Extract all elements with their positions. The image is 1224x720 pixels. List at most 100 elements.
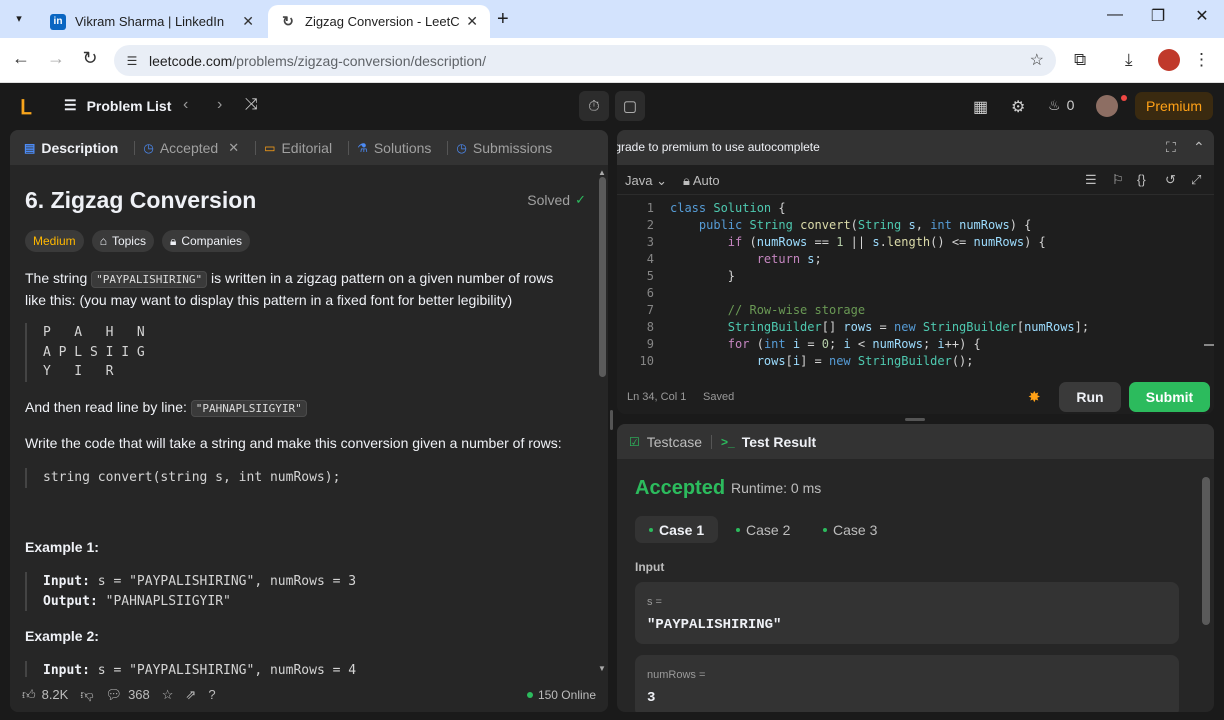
help-button[interactable]: ? <box>208 687 215 702</box>
browser-tab-linkedin[interactable]: in Vikram Sharma | LinkedIn ✕ <box>38 5 266 38</box>
address-toolbar: ← → ↻ ☰ leetcode.com/problems/zigzag-con… <box>0 38 1224 83</box>
autocomplete-toggle[interactable]: 🔒︎ Auto <box>683 173 720 189</box>
tab-solutions[interactable]: ⚗ Solutions <box>355 140 441 156</box>
code-line[interactable]: 1 class Solution { <box>617 200 1214 217</box>
like-button[interactable]: 👍︎ 8.2K <box>22 687 68 703</box>
streak-count: 0 <box>1066 97 1075 113</box>
leetcode-logo-icon[interactable]: ᒪ <box>20 95 31 120</box>
code-line[interactable]: 4 return s; <box>617 251 1214 268</box>
collapse-chevron-icon[interactable]: ⌃ <box>1193 139 1205 156</box>
input-value: s = "PAYPALISHIRING", numRows = 3 <box>89 574 357 589</box>
fullscreen-icon[interactable]: ⛶ <box>1166 139 1176 156</box>
runtime-label: Runtime: 0 ms <box>731 480 822 496</box>
scroll-position-marker <box>1204 344 1214 346</box>
tab-search-chevron-icon[interactable]: ▾ <box>8 7 30 29</box>
line-number: 9 <box>646 337 654 351</box>
tab-test-result[interactable]: >_ Test Result <box>721 434 816 450</box>
minimize-icon[interactable]: — <box>1100 6 1130 24</box>
debug-icon[interactable]: ✸ <box>1028 388 1041 406</box>
close-tab-icon[interactable]: ✕ <box>242 13 254 30</box>
submit-button[interactable]: Submit <box>1129 382 1210 412</box>
input-label: Input: <box>43 574 90 589</box>
extensions-puzzle-icon[interactable]: ⧉ <box>1074 50 1086 70</box>
signature-code-block: string convert(string s, int numRows); <box>25 468 575 488</box>
tab-editorial[interactable]: ▭ Editorial <box>262 140 342 156</box>
result-scrollbar[interactable] <box>1199 459 1214 712</box>
case-1-tab[interactable]: Case 1 <box>635 516 719 543</box>
chrome-menu-icon[interactable]: ⋮ <box>1193 50 1210 70</box>
streak-counter[interactable]: ♨ 0 <box>1048 97 1074 114</box>
tab-description[interactable]: ▤ Description <box>22 140 128 156</box>
new-tab-plus-icon[interactable]: + <box>497 8 509 31</box>
premium-button[interactable]: Premium <box>1135 92 1213 120</box>
dislike-button[interactable]: 👎︎ <box>80 687 93 703</box>
close-tab-icon[interactable]: ✕ <box>228 140 239 156</box>
scroll-up-icon[interactable]: ▲ <box>598 168 606 177</box>
description-paragraph-3: Write the code that will take a string a… <box>25 435 562 451</box>
code-line[interactable]: 7 // Row-wise storage <box>617 302 1214 319</box>
browser-profile-avatar[interactable] <box>1158 49 1180 71</box>
url-text[interactable]: leetcode.com/problems/zigzag-conversion/… <box>149 53 486 69</box>
bookmark-icon[interactable]: ⚐ <box>1112 172 1124 188</box>
case-3-tab[interactable]: Case 3 <box>809 516 891 543</box>
code-line[interactable]: 6 <box>617 285 1214 302</box>
code-line[interactable]: 2 public String convert(String s, int nu… <box>617 217 1214 234</box>
window-close-icon[interactable]: ✕ <box>1187 6 1217 26</box>
maximize-icon[interactable]: ❐ <box>1143 6 1173 26</box>
list-icon: ☰ <box>64 97 77 113</box>
scroll-down-icon[interactable]: ▼ <box>598 664 606 673</box>
browser-tab-leetcode[interactable]: ↻ Zigzag Conversion - LeetCode ✕ <box>268 5 490 38</box>
run-button[interactable]: Run <box>1059 382 1121 412</box>
bookmark-star-icon[interactable]: ☆ <box>1030 50 1044 70</box>
var-name: numRows = <box>647 669 706 681</box>
notes-icon[interactable]: ▢ <box>615 91 645 121</box>
description-paragraph-1: The string "PAYPALISHIRING" is written i… <box>25 268 575 310</box>
code-line[interactable]: 10 rows[i] = new StringBuilder(); <box>617 353 1214 370</box>
scrollbar-thumb[interactable] <box>1202 477 1210 625</box>
url-bar[interactable]: ☰ leetcode.com/problems/zigzag-conversio… <box>114 45 1056 76</box>
shuffle-icon[interactable]: ⤨ <box>245 96 258 114</box>
code-line[interactable]: 8 StringBuilder[] rows = new StringBuild… <box>617 319 1214 336</box>
description-scrollbar[interactable]: ▲ ▼ <box>596 165 608 677</box>
braces-icon[interactable]: {} <box>1137 172 1146 187</box>
scrollbar-thumb[interactable] <box>599 177 606 377</box>
close-tab-icon[interactable]: ✕ <box>466 13 478 30</box>
companies-chip[interactable]: 🔒︎ Companies <box>161 230 251 252</box>
expand-icon[interactable]: ⤢ <box>1191 172 1201 188</box>
code-line[interactable]: 3 if (numRows == 1 || s.length() <= numR… <box>617 234 1214 251</box>
inline-code: "PAYPALISHIRING" <box>91 271 208 288</box>
site-info-icon[interactable]: ☰ <box>121 50 143 72</box>
code-editor[interactable]: 1 class Solution { 2 public String conver… <box>617 196 1214 372</box>
next-problem-icon[interactable]: › <box>217 96 222 114</box>
back-arrow-icon[interactable]: ← <box>8 48 34 69</box>
zigzag-pattern-block: P A H N A P L S I I G Y I R <box>25 323 575 382</box>
reset-icon[interactable]: ↺ <box>1165 172 1176 188</box>
topics-chip[interactable]: ⌂ Topics <box>91 230 154 252</box>
panel-resize-handle[interactable] <box>610 410 613 430</box>
language-select[interactable]: Java ⌄ <box>625 173 667 189</box>
reload-icon[interactable]: ↻ <box>77 48 103 69</box>
problem-title[interactable]: 6. Zigzag Conversion <box>25 187 256 214</box>
horizontal-resize-handle[interactable] <box>905 418 925 421</box>
forward-arrow-icon[interactable]: → <box>43 48 69 69</box>
clock-icon: ◷ <box>143 140 154 155</box>
problem-list-button[interactable]: ☰ Problem List <box>64 97 171 114</box>
tab-testcase[interactable]: ☑ Testcase <box>629 434 702 450</box>
timer-icon[interactable]: ⏱ <box>579 91 609 121</box>
layout-grid-icon[interactable]: ▦ <box>973 97 988 117</box>
code-line[interactable]: 9 for (int i = 0; i < numRows; i++) { <box>617 336 1214 353</box>
favorite-button[interactable]: ☆ <box>162 687 174 703</box>
share-button[interactable]: ⇗ <box>185 687 196 703</box>
tab-accepted[interactable]: ◷ Accepted ✕ <box>141 140 249 156</box>
difficulty-chip[interactable]: Medium <box>25 230 84 252</box>
tab-submissions[interactable]: ◷ Submissions <box>454 140 562 156</box>
user-avatar[interactable] <box>1096 95 1118 117</box>
editor-scrollbar[interactable] <box>1202 196 1214 372</box>
download-icon[interactable]: ⤓ <box>1125 50 1133 70</box>
case-2-tab[interactable]: Case 2 <box>722 516 804 543</box>
code-line[interactable]: 5 } <box>617 268 1214 285</box>
comments-button[interactable]: 💬︎ 368 <box>106 687 150 703</box>
settings-gear-icon[interactable]: ⚙ <box>1011 97 1025 117</box>
prev-problem-icon[interactable]: ‹ <box>183 96 188 114</box>
format-icon[interactable]: ☰ <box>1085 172 1097 188</box>
